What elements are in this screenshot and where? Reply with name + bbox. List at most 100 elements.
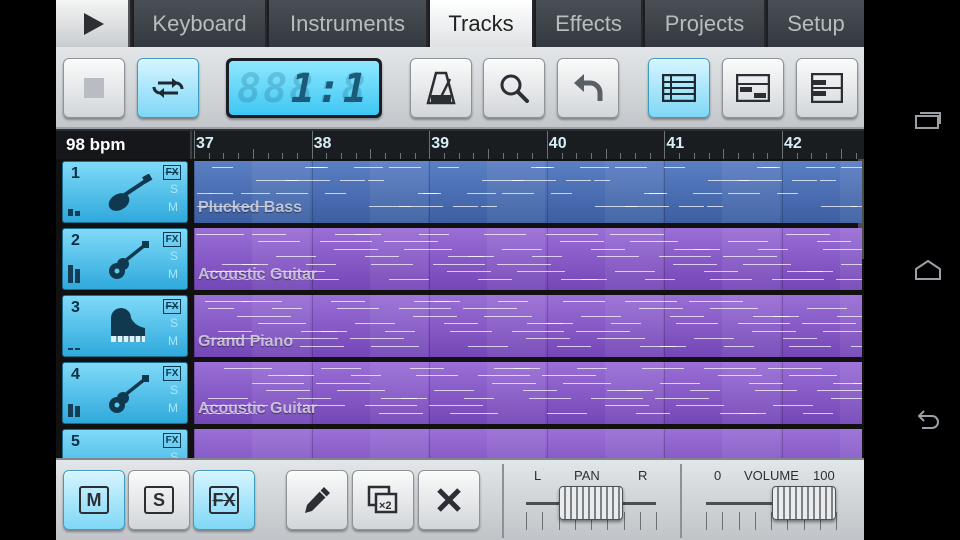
tab-tracks[interactable]: Tracks <box>428 0 532 47</box>
bar-tick <box>429 131 431 159</box>
track-header[interactable]: 2 FX S M <box>62 228 188 290</box>
mute-button[interactable]: M <box>63 470 125 530</box>
fx-label: FX <box>209 486 239 514</box>
bar-tick <box>664 131 666 159</box>
duplicate-button[interactable]: ×2 <box>352 470 414 530</box>
bar-number: 40 <box>548 135 567 152</box>
track-solo[interactable]: S <box>170 383 178 397</box>
close-icon <box>437 488 461 512</box>
track-row: 5FXSM <box>56 427 864 458</box>
track-fx-toggle[interactable]: FX <box>163 299 181 314</box>
pencil-icon <box>305 487 330 513</box>
level-meter <box>68 395 82 417</box>
bar-number: 41 <box>666 135 685 152</box>
track-row: 2 FX S M Acoustic Guitar <box>56 226 864 290</box>
bass-guitar-icon[interactable] <box>103 173 153 214</box>
track-view-button[interactable] <box>648 58 710 118</box>
track-solo[interactable]: S <box>170 249 178 263</box>
track-header[interactable]: 4 FX S M <box>62 362 188 424</box>
level-meter <box>68 261 82 283</box>
volume-label: VOLUME <box>744 468 799 483</box>
beat-tick <box>252 149 254 159</box>
tempo-display[interactable]: 98 bpm <box>56 131 192 159</box>
track-lane[interactable]: Plucked Bass <box>194 161 862 223</box>
track-mute[interactable]: M <box>168 401 178 415</box>
stop-icon <box>84 78 104 98</box>
track-solo[interactable]: S <box>170 316 178 330</box>
track-header[interactable]: 1 FX S M <box>62 161 188 223</box>
bar-number: 42 <box>784 135 802 152</box>
pan-left-label: L <box>534 468 542 483</box>
position-display: 888:8 1:1 <box>226 58 382 118</box>
track-lane[interactable]: Acoustic Guitar <box>194 362 862 424</box>
solo-label: S <box>144 486 174 514</box>
track-lane[interactable]: Grand Piano <box>194 295 862 357</box>
divider <box>680 464 682 538</box>
tab-keyboard[interactable]: Keyboard <box>132 0 265 47</box>
acoustic-guitar-icon[interactable] <box>103 241 153 281</box>
track-number: 5 <box>71 433 80 450</box>
zoom-button[interactable] <box>483 58 545 118</box>
metronome-button[interactable] <box>410 58 472 118</box>
track-mute[interactable]: M <box>168 200 178 214</box>
instrument-icon[interactable] <box>103 442 153 458</box>
beat-tick <box>840 149 842 159</box>
back-icon[interactable] <box>914 408 942 430</box>
transport-toolbar: 888:8 1:1 <box>56 47 864 129</box>
bar-number: 37 <box>196 135 214 152</box>
bar-number: 39 <box>431 135 449 152</box>
undo-button[interactable] <box>557 58 619 118</box>
track-number: 1 <box>71 165 80 182</box>
track-header[interactable]: 3 FX S M <box>62 295 188 357</box>
bar-ruler[interactable]: 37 38 39 40 41 42 <box>192 131 864 159</box>
track-lane[interactable] <box>194 429 862 458</box>
track-solo[interactable]: S <box>170 182 178 196</box>
track-lane[interactable]: Acoustic Guitar <box>194 228 862 290</box>
edit-button[interactable] <box>286 470 348 530</box>
volume-max-label: 100 <box>813 468 835 483</box>
duplicate-x2-icon: ×2 <box>367 485 398 514</box>
level-meter <box>68 328 82 350</box>
tab-effects[interactable]: Effects <box>534 0 641 47</box>
tab-projects[interactable]: Projects <box>643 0 764 47</box>
pan-slider[interactable] <box>559 486 623 520</box>
lcd-position: 1:1 <box>290 66 369 112</box>
piano-roll-view-button[interactable] <box>796 58 858 118</box>
fx-toggle-button[interactable]: FX <box>193 470 255 530</box>
volume-slider[interactable] <box>771 486 836 520</box>
acoustic-guitar-icon[interactable] <box>103 375 153 415</box>
track-name: Plucked Bass <box>198 199 303 216</box>
mixer-grid-icon <box>736 74 770 102</box>
bar-tick <box>546 131 548 159</box>
stop-button[interactable] <box>63 58 125 118</box>
mixer-view-button[interactable] <box>722 58 784 118</box>
track-row: 1 FX S M Plucked Bass <box>56 159 864 223</box>
pan-right-label: R <box>638 468 648 483</box>
grand-piano-icon[interactable] <box>103 308 153 348</box>
solo-button[interactable]: S <box>128 470 190 530</box>
divider <box>502 464 504 538</box>
track-fx-toggle[interactable]: FX <box>163 433 181 448</box>
track-name: Acoustic Guitar <box>198 400 318 417</box>
play-button[interactable] <box>56 0 130 47</box>
track-fx-toggle[interactable]: FX <box>163 165 181 180</box>
piano-keys-icon <box>811 73 843 103</box>
track-mute[interactable]: M <box>168 267 178 281</box>
play-icon <box>84 13 104 35</box>
loop-icon <box>152 78 184 98</box>
recent-apps-icon[interactable] <box>914 110 942 130</box>
track-fx-toggle[interactable]: FX <box>163 366 181 381</box>
track-header[interactable]: 5FXSM <box>62 429 188 458</box>
system-nav-bar <box>896 0 960 540</box>
fl-studio-app: Keyboard Instruments Tracks Effects Proj… <box>56 0 864 540</box>
tab-instruments[interactable]: Instruments <box>267 0 426 47</box>
tab-setup[interactable]: Setup <box>766 0 864 47</box>
track-solo[interactable]: S <box>170 450 178 458</box>
svg-text:×2: ×2 <box>379 500 392 512</box>
delete-button[interactable] <box>418 470 480 530</box>
track-mute[interactable]: M <box>168 334 178 348</box>
loop-button[interactable] <box>137 58 199 118</box>
home-icon[interactable] <box>914 259 942 281</box>
track-number: 3 <box>71 299 80 316</box>
track-fx-toggle[interactable]: FX <box>163 232 181 247</box>
